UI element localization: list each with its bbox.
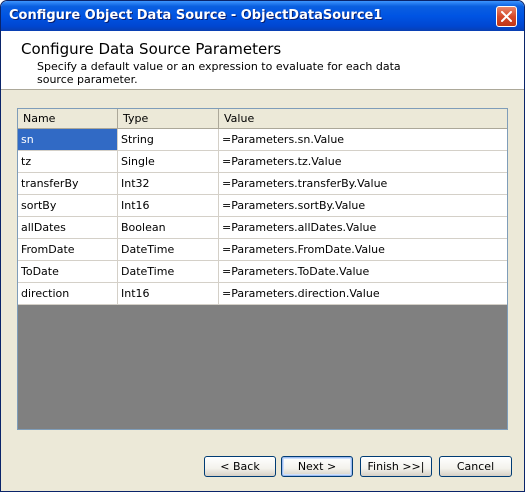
type-cell[interactable]: String <box>118 129 219 151</box>
table-row[interactable]: transferBy Int32 =Parameters.transferBy.… <box>18 173 507 195</box>
type-cell[interactable]: Int32 <box>118 173 219 195</box>
type-cell[interactable]: DateTime <box>118 239 219 261</box>
value-cell[interactable]: =Parameters.allDates.Value <box>219 217 507 239</box>
column-header-value[interactable]: Value <box>219 109 507 128</box>
table-row[interactable]: allDates Boolean =Parameters.allDates.Va… <box>18 217 507 239</box>
table-row[interactable]: sortBy Int16 =Parameters.sortBy.Value <box>18 195 507 217</box>
dialog-window: Configure Object Data Source - ObjectDat… <box>0 0 525 492</box>
column-header-name[interactable]: Name <box>18 109 118 128</box>
name-cell[interactable]: sortBy <box>18 195 118 217</box>
name-cell[interactable]: FromDate <box>18 239 118 261</box>
close-button[interactable] <box>496 6 517 27</box>
table-row[interactable]: ToDate DateTime =Parameters.ToDate.Value <box>18 261 507 283</box>
parameters-grid[interactable]: Name Type Value sn String =Parameters.sn… <box>17 108 508 430</box>
table-row[interactable]: direction Int16 =Parameters.direction.Va… <box>18 283 507 305</box>
cancel-button[interactable]: Cancel <box>439 456 512 477</box>
next-button[interactable]: Next > <box>281 456 353 477</box>
type-cell[interactable]: Boolean <box>118 217 219 239</box>
type-cell[interactable]: Int16 <box>118 283 219 305</box>
name-cell[interactable]: tz <box>18 151 118 173</box>
value-cell[interactable]: =Parameters.transferBy.Value <box>219 173 507 195</box>
header-panel: Configure Data Source Parameters Specify… <box>1 31 524 90</box>
value-cell[interactable]: =Parameters.direction.Value <box>219 283 507 305</box>
type-cell[interactable]: DateTime <box>118 261 219 283</box>
grid-header: Name Type Value <box>18 109 507 129</box>
name-cell[interactable]: ToDate <box>18 261 118 283</box>
name-cell[interactable]: sn <box>18 129 118 151</box>
type-cell[interactable]: Single <box>118 151 219 173</box>
column-header-type[interactable]: Type <box>118 109 219 128</box>
table-row[interactable]: tz Single =Parameters.tz.Value <box>18 151 507 173</box>
back-button[interactable]: < Back <box>204 456 276 477</box>
table-row[interactable]: FromDate DateTime =Parameters.FromDate.V… <box>18 239 507 261</box>
value-cell[interactable]: =Parameters.sn.Value <box>219 129 507 151</box>
table-row[interactable]: sn String =Parameters.sn.Value <box>18 129 507 151</box>
name-cell[interactable]: transferBy <box>18 173 118 195</box>
page-title: Configure Data Source Parameters <box>21 40 282 58</box>
name-cell[interactable]: allDates <box>18 217 118 239</box>
value-cell[interactable]: =Parameters.ToDate.Value <box>219 261 507 283</box>
window-title: Configure Object Data Source - ObjectDat… <box>9 8 383 23</box>
name-cell[interactable]: direction <box>18 283 118 305</box>
value-cell[interactable]: =Parameters.FromDate.Value <box>219 239 507 261</box>
page-description: Specify a default value or an expression… <box>37 60 401 86</box>
title-bar[interactable]: Configure Object Data Source - ObjectDat… <box>1 1 524 31</box>
value-cell[interactable]: =Parameters.sortBy.Value <box>219 195 507 217</box>
type-cell[interactable]: Int16 <box>118 195 219 217</box>
finish-button[interactable]: Finish >>| <box>360 456 432 477</box>
value-cell[interactable]: =Parameters.tz.Value <box>219 151 507 173</box>
close-icon <box>501 11 512 22</box>
